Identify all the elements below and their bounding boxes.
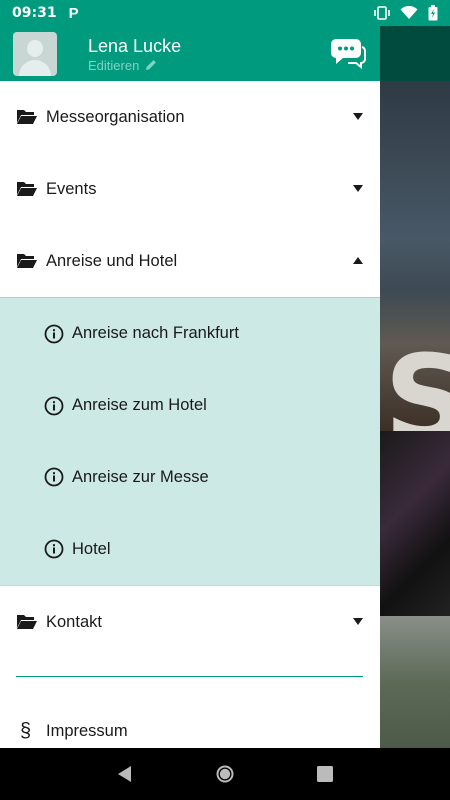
menu-item-label: Messeorganisation — [46, 107, 185, 126]
recents-button[interactable] — [314, 763, 336, 785]
submenu-item-label: Hotel — [72, 539, 111, 558]
submenu-item-hotel[interactable]: Hotel — [0, 513, 380, 585]
info-icon — [44, 396, 64, 416]
menu-item-kontakt[interactable]: Kontakt — [0, 586, 380, 658]
navigation-drawer: Lena Lucke Editieren Messeorganisation E… — [0, 26, 380, 748]
info-icon — [44, 467, 64, 487]
menu-item-label: Anreise und Hotel — [46, 251, 178, 270]
info-icon — [44, 324, 64, 344]
user-name: Lena Lucke — [88, 35, 182, 56]
background-image — [380, 431, 450, 616]
background-image — [380, 616, 450, 748]
home-icon — [216, 765, 234, 783]
status-bar: 09:31 P — [0, 0, 450, 26]
edit-profile-link[interactable]: Editieren — [88, 58, 181, 73]
background-image: S — [380, 81, 450, 470]
background-content: S — [380, 26, 450, 748]
edit-label: Editieren — [88, 57, 140, 73]
recents-icon — [317, 766, 333, 782]
submenu-item-label: Anreise zur Messe — [72, 467, 209, 486]
submenu-item-anreise-zum-hotel[interactable]: Anreise zum Hotel — [0, 370, 380, 442]
caret-down-icon — [353, 185, 363, 192]
submenu-item-anreise-zur-messe[interactable]: Anreise zur Messe — [0, 442, 380, 514]
info-icon — [44, 539, 64, 559]
submenu-item-anreise-nach-frankfurt[interactable]: Anreise nach Frankfurt — [0, 298, 380, 370]
home-button[interactable] — [214, 763, 236, 785]
menu-item-label: Kontakt — [46, 612, 102, 631]
background-toolbar — [380, 26, 450, 81]
vibrate-icon — [374, 6, 390, 20]
status-time: 09:31 — [12, 5, 57, 21]
paragraph-icon: § — [20, 719, 32, 742]
back-button[interactable] — [114, 763, 136, 785]
folder-open-icon — [17, 182, 37, 196]
status-icons — [374, 5, 438, 21]
user-block: Lena Lucke Editieren — [88, 35, 181, 73]
wifi-icon — [400, 6, 418, 19]
avatar-placeholder-body — [19, 59, 51, 76]
menu-item-impressum[interactable]: § Impressum — [0, 695, 380, 748]
menu-item-anreise-und-hotel[interactable]: Anreise und Hotel — [0, 225, 380, 297]
drawer-header: Lena Lucke Editieren — [0, 26, 380, 81]
battery-icon — [428, 5, 438, 21]
submenu-item-label: Anreise nach Frankfurt — [72, 324, 239, 343]
caret-down-icon — [353, 618, 363, 625]
avatar[interactable] — [13, 31, 57, 76]
submenu-anreise-und-hotel: Anreise nach Frankfurt Anreise zum Hotel… — [0, 297, 380, 586]
chat-icon[interactable] — [330, 37, 366, 69]
submenu-item-label: Anreise zum Hotel — [72, 396, 207, 415]
app-indicator: P — [68, 4, 79, 22]
system-nav-bar — [0, 748, 450, 800]
caret-down-icon — [353, 113, 363, 120]
pencil-icon — [146, 60, 157, 70]
menu-item-events[interactable]: Events — [0, 153, 380, 225]
menu-divider — [16, 676, 363, 677]
back-icon — [118, 766, 131, 782]
folder-open-icon — [17, 110, 37, 124]
menu-item-messeorganisation[interactable]: Messeorganisation — [0, 81, 380, 153]
menu-item-label: Events — [46, 179, 97, 198]
folder-open-icon — [17, 254, 37, 268]
caret-up-icon — [353, 257, 363, 264]
folder-open-icon — [17, 615, 37, 629]
menu-item-label: Impressum — [46, 721, 128, 740]
avatar-placeholder-head — [27, 39, 43, 57]
